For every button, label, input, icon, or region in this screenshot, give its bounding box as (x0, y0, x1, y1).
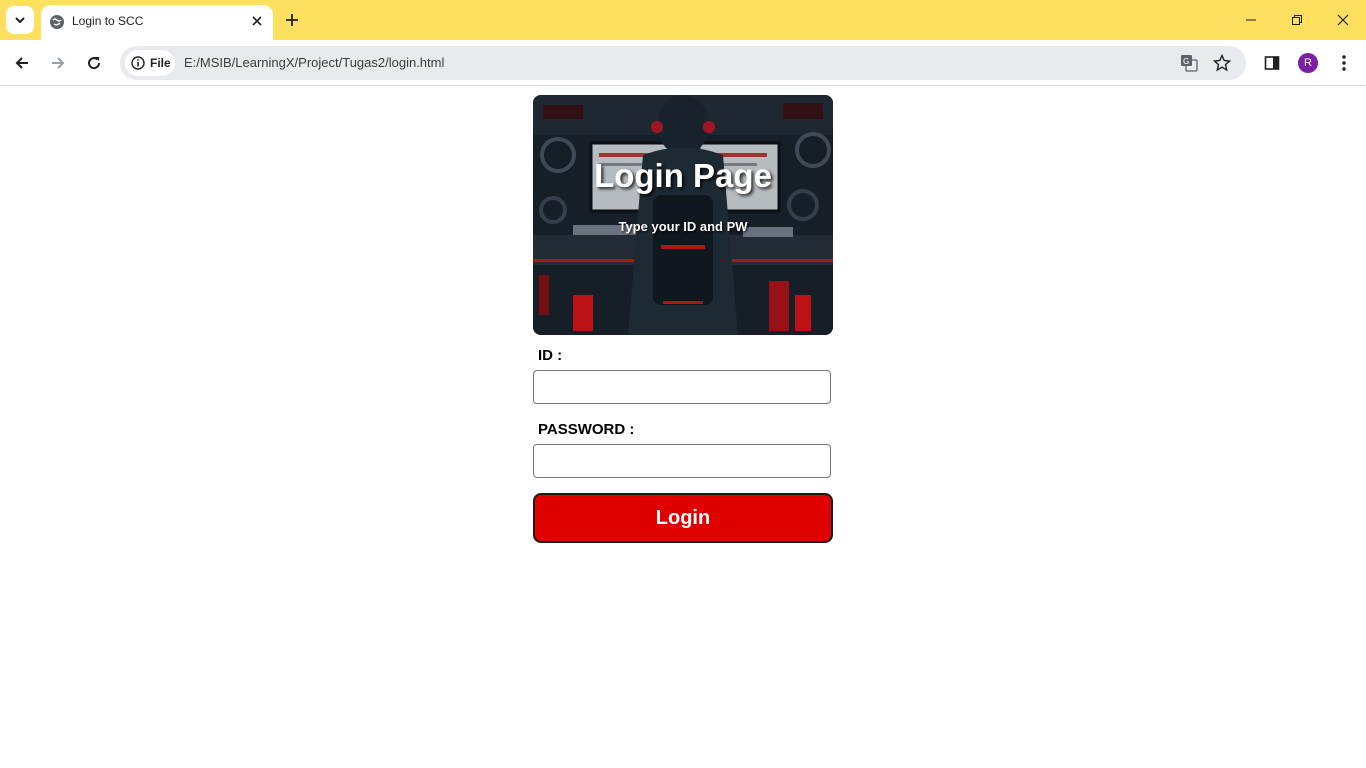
page-content: Login Page Type your ID and PW ID : PASS… (0, 87, 1366, 768)
restore-icon (1292, 15, 1302, 25)
browser-toolbar: File E:/MSIB/LearningX/Project/Tugas2/lo… (0, 40, 1366, 86)
page-subtitle: Type your ID and PW (618, 219, 748, 234)
kebab-menu-icon (1342, 55, 1346, 71)
new-tab-button[interactable] (281, 9, 303, 31)
profile-avatar[interactable]: R (1298, 53, 1318, 73)
page-title: Login Page (594, 157, 772, 194)
tab-search-button[interactable] (6, 6, 34, 34)
arrow-right-icon (52, 57, 65, 69)
site-info-label: File (150, 56, 171, 70)
tab-title: Login to SCC (72, 14, 144, 28)
close-icon (1337, 14, 1349, 26)
translate-button[interactable]: G (1179, 53, 1199, 73)
back-button[interactable] (8, 49, 36, 77)
side-panel-button[interactable] (1260, 51, 1284, 75)
chevron-down-icon (15, 17, 25, 24)
arrow-left-icon (15, 57, 28, 69)
side-panel-icon (1264, 56, 1280, 70)
minimize-icon (1246, 19, 1256, 21)
close-window-button[interactable] (1331, 8, 1355, 32)
reload-icon (88, 57, 101, 70)
translate-icon: G (1181, 55, 1198, 72)
site-info-chip[interactable]: File (125, 50, 175, 76)
password-input[interactable] (533, 444, 831, 478)
login-button[interactable]: Login (533, 493, 833, 543)
close-icon (252, 16, 262, 26)
tab-strip: Login to SCC (0, 0, 1366, 40)
hero-banner: Login Page Type your ID and PW (533, 95, 833, 335)
plus-icon (286, 14, 298, 26)
hero-illustration (533, 95, 833, 335)
svg-text:G: G (1183, 57, 1189, 66)
tab-close-button[interactable] (249, 13, 265, 29)
active-tab[interactable]: Login to SCC (41, 5, 273, 40)
minimize-button[interactable] (1239, 8, 1263, 32)
reload-button[interactable] (80, 49, 108, 77)
password-label: PASSWORD : (538, 421, 635, 438)
forward-button[interactable] (44, 49, 72, 77)
menu-button[interactable] (1332, 51, 1356, 75)
bookmark-button[interactable] (1212, 53, 1232, 73)
address-bar[interactable]: File E:/MSIB/LearningX/Project/Tugas2/lo… (120, 46, 1246, 80)
globe-icon (50, 15, 64, 29)
restore-button[interactable] (1285, 8, 1309, 32)
id-label: ID : (538, 347, 563, 364)
info-icon (131, 56, 145, 70)
star-icon (1213, 54, 1231, 72)
id-input[interactable] (533, 370, 831, 404)
url-text[interactable]: E:/MSIB/LearningX/Project/Tugas2/login.h… (184, 55, 444, 70)
